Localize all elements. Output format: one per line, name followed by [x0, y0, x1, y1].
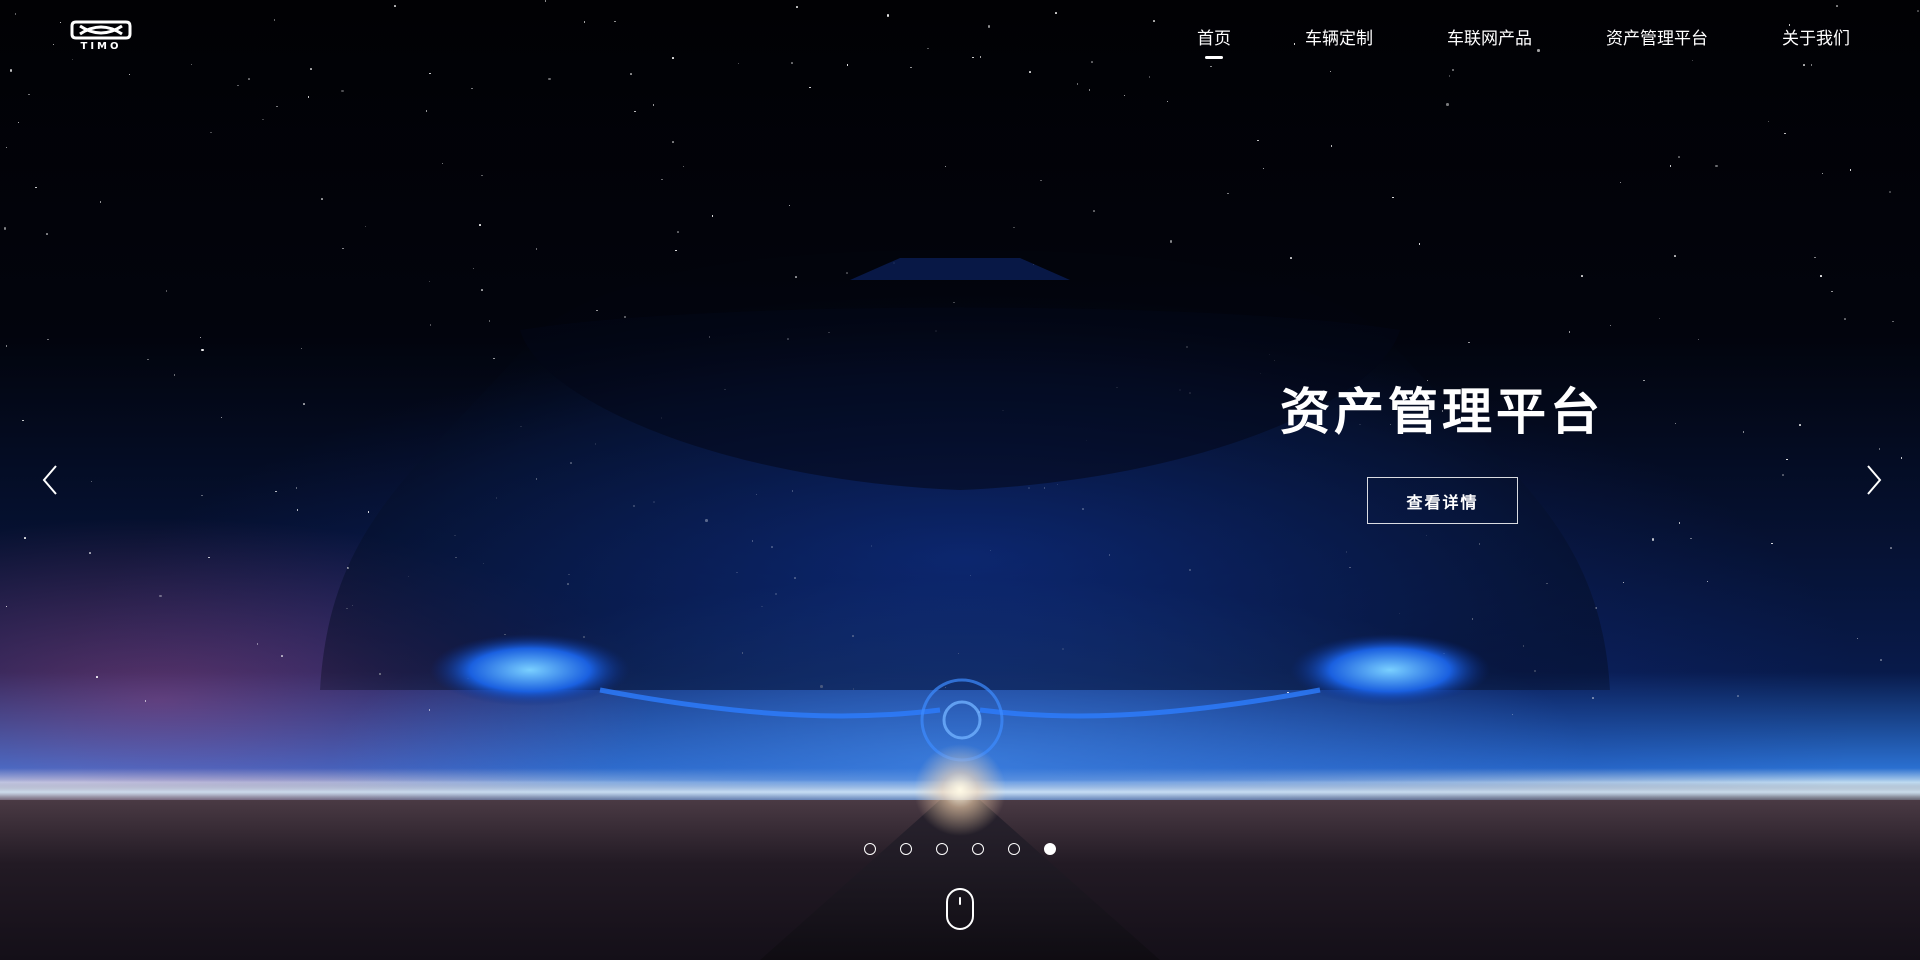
nav-item-about-us[interactable]: 关于我们 [1745, 24, 1850, 49]
chevron-right-icon [1867, 465, 1882, 495]
carousel-prev-button[interactable] [38, 462, 62, 498]
nav-item-connected-car-products[interactable]: 车联网产品 [1410, 24, 1569, 49]
brand-logo[interactable]: TIMO [70, 18, 132, 54]
site-header: TIMO 首页 车辆定制 车联网产品 资产管理平台 关于我们 [0, 0, 1920, 70]
carousel-dot[interactable] [972, 843, 984, 855]
carousel-dot[interactable] [1044, 843, 1056, 855]
hero-banner: TIMO 首页 车辆定制 车联网产品 资产管理平台 关于我们 资产管理平台 查看… [0, 0, 1920, 960]
carousel-dot[interactable] [936, 843, 948, 855]
nav-item-vehicle-customization[interactable]: 车辆定制 [1268, 24, 1410, 49]
carousel-next-button[interactable] [1862, 462, 1886, 498]
carousel-pagination [864, 843, 1056, 855]
brand-logo-text: TIMO [80, 41, 122, 52]
chevron-left-icon [42, 465, 57, 495]
nav-item-home[interactable]: 首页 [1160, 24, 1268, 49]
slide-title: 资产管理平台 [1280, 383, 1604, 441]
main-nav: 首页 车辆定制 车联网产品 资产管理平台 关于我们 [1160, 24, 1850, 49]
horizon-light [910, 740, 1010, 840]
mouse-scroll-icon[interactable] [946, 888, 974, 930]
nav-item-asset-management[interactable]: 资产管理平台 [1569, 24, 1745, 49]
carousel-dot[interactable] [864, 843, 876, 855]
infinity-logo-icon [70, 20, 132, 40]
carousel-dot[interactable] [900, 843, 912, 855]
carousel-dot[interactable] [1008, 843, 1020, 855]
view-details-button[interactable]: 查看详情 [1367, 477, 1518, 524]
